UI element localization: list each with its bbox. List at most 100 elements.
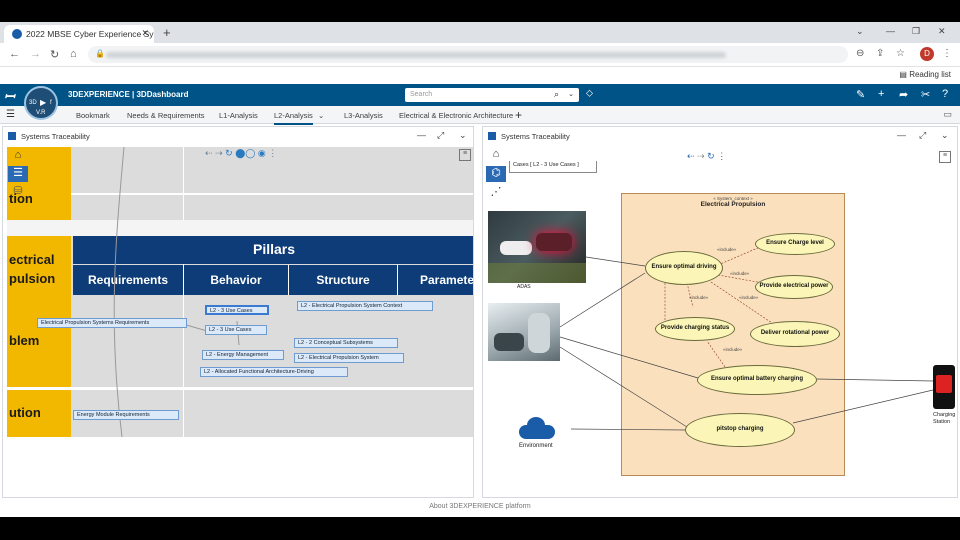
- app-brand: 3DEXPERIENCE | 3DDashboard: [68, 90, 189, 99]
- new-tab-button[interactable]: +: [163, 25, 171, 40]
- browser-menu-icon[interactable]: ⋮: [942, 48, 952, 59]
- expand-panel-icon[interactable]: ⤢: [919, 130, 926, 141]
- lock-icon: 🔒: [95, 49, 105, 58]
- node-l2-use-cases[interactable]: L2 - 3 Use Cases: [205, 325, 267, 335]
- app-header: ꟷ 3D ▶ f V.R 3DEXPERIENCE | 3DDashboard …: [0, 84, 960, 120]
- bookmarks-bar: ▤ Reading list: [0, 67, 960, 84]
- ds-logo-icon: ꟷ: [4, 89, 15, 104]
- list-view-icon[interactable]: ≡: [459, 149, 471, 161]
- home-nav-icon[interactable]: ⌂: [8, 149, 28, 165]
- use-case-canvas[interactable]: ⌂ ⌬ ⋰ Cases [ L2 - 3 Use Cases ] ⇠ ⇢ ↻ ⋮…: [485, 147, 957, 497]
- reading-list-label: Reading list: [909, 70, 951, 79]
- back-icon[interactable]: ←: [9, 48, 20, 60]
- usecase-provide-charging-status[interactable]: Provide charging status: [655, 317, 735, 341]
- tab-l2-analysis[interactable]: L2-Analysis: [274, 111, 313, 125]
- canvas-back-icon[interactable]: ⇠: [205, 148, 213, 158]
- canvas-eye-icon[interactable]: ◉: [258, 148, 266, 158]
- forward-icon[interactable]: →: [30, 48, 41, 60]
- node-l2-electrical-propulsion-system[interactable]: L2 - Electrical Propulsion System: [294, 353, 404, 363]
- right-panel-title-text: Systems Traceability: [501, 132, 570, 141]
- url-text-blurred: [106, 52, 726, 58]
- close-tab-icon[interactable]: ✕: [141, 28, 149, 39]
- dashboard-menu-icon[interactable]: ☰: [6, 109, 15, 120]
- compose-icon[interactable]: ✎: [856, 88, 865, 101]
- help-icon[interactable]: ?: [942, 88, 948, 100]
- canvas-toolbar: ⇠ ⇢ ↻ ⬤◯ ◉ ⋮: [205, 148, 277, 159]
- node-l2-use-cases-selected[interactable]: L2 - 3 Use Cases: [205, 305, 269, 315]
- search-icon[interactable]: ⌕: [554, 89, 559, 100]
- zoom-icon[interactable]: ⊖: [856, 48, 864, 59]
- add-tab-icon[interactable]: +: [515, 108, 522, 122]
- profile-avatar[interactable]: D: [920, 47, 934, 61]
- include-label: «include»: [717, 247, 737, 252]
- expand-panel-icon[interactable]: ⤢: [437, 130, 444, 141]
- star-icon[interactable]: ☆: [896, 48, 905, 59]
- canvas-more-icon[interactable]: ⋮: [268, 148, 277, 158]
- chat-icon[interactable]: ▭: [943, 109, 952, 120]
- usecase-deliver-rotational-power[interactable]: Deliver rotational power: [750, 321, 840, 347]
- usecase-ensure-optimal-driving[interactable]: Ensure optimal driving: [645, 251, 723, 285]
- home-icon[interactable]: ⌂: [70, 48, 77, 60]
- usecase-provide-electrical-power[interactable]: Provide electrical power: [755, 275, 833, 299]
- tab-search-icon[interactable]: ⌄: [856, 26, 864, 37]
- browser-tab[interactable]: 2022 MBSE Cyber Experience Sy ✕: [4, 25, 154, 43]
- close-window-icon[interactable]: ✕: [938, 26, 946, 37]
- tab-l1-analysis[interactable]: L1-Analysis: [219, 111, 258, 120]
- node-energy-module-requirements[interactable]: Energy Module Requirements: [73, 410, 179, 420]
- minimize-icon[interactable]: —: [886, 26, 895, 36]
- platform-footer[interactable]: About 3DEXPERIENCE platform: [0, 499, 960, 517]
- canvas-forward-icon[interactable]: ⇢: [215, 148, 223, 158]
- search-chevron-icon[interactable]: ⌄: [568, 90, 574, 98]
- database-nav-icon[interactable]: ⛁: [8, 184, 28, 200]
- reload-icon[interactable]: ↻: [50, 48, 59, 61]
- address-bar-row: ← → ↻ ⌂ 🔒 ⊖ ⇪ ☆ D ⋮: [0, 43, 960, 67]
- share-icon[interactable]: ⇪: [876, 48, 884, 59]
- compass-f: f: [50, 100, 52, 106]
- tab-l2-chevron-icon[interactable]: ⌄: [318, 111, 324, 120]
- app-icon: [8, 132, 16, 140]
- connector-lines: [113, 147, 240, 437]
- compass-3d: 3D: [29, 100, 37, 106]
- node-l2-conceptual-subsystems[interactable]: L2 - 2 Conceptual Subsystems: [294, 338, 398, 348]
- url-field[interactable]: 🔒: [88, 46, 848, 63]
- usecase-ensure-charge-level[interactable]: Ensure Charge level: [755, 233, 835, 255]
- minimize-panel-icon[interactable]: —: [897, 130, 906, 140]
- search-placeholder: Search: [410, 91, 433, 98]
- canvas-refresh-icon[interactable]: ↻: [225, 148, 233, 158]
- canvas-toggle-icon[interactable]: ⬤◯: [235, 148, 255, 158]
- search-input[interactable]: Search ⌕ ⌄: [405, 88, 579, 102]
- right-traceability-panel: Systems Traceability — ⤢ ⌄ ⌂ ⌬ ⋰ Cases […: [482, 126, 958, 498]
- tab-bookmark[interactable]: Bookmark: [76, 111, 110, 120]
- screen: 2022 MBSE Cyber Experience Sy ✕ + ⌄ — ❐ …: [0, 22, 960, 517]
- maximize-icon[interactable]: ❐: [912, 26, 920, 37]
- panel-menu-icon[interactable]: ⌄: [941, 130, 949, 141]
- traceability-canvas[interactable]: tion ectrical pulsion blem ution Pillars…: [7, 147, 473, 437]
- tab-ee-architecture[interactable]: Electrical & Electronic Architecture: [399, 111, 513, 120]
- compass-icon[interactable]: 3D ▶ f V.R: [24, 86, 58, 120]
- share-header-icon[interactable]: ➦: [899, 88, 908, 101]
- minimize-panel-icon[interactable]: —: [417, 130, 426, 140]
- node-electrical-propulsion-requirements[interactable]: Electrical Propulsion Systems Requiremen…: [37, 318, 187, 328]
- node-l2-allocated-functional-architecture[interactable]: L2 - Allocated Functional Architecture-D…: [200, 367, 348, 377]
- node-l2-eps-context[interactable]: L2 - Electrical Propulsion System Contex…: [297, 301, 433, 311]
- compass-play-icon: ▶: [40, 98, 47, 107]
- usecase-ensure-optimal-battery-charging[interactable]: Ensure optimal battery charging: [697, 365, 817, 395]
- tab-l3-analysis[interactable]: L3-Analysis: [344, 111, 383, 120]
- node-l2-energy-management[interactable]: L2 - Energy Management: [202, 350, 284, 360]
- include-label: «include»: [739, 295, 759, 300]
- tag-icon[interactable]: ⬦: [586, 88, 593, 99]
- left-traceability-panel: Systems Traceability — ⤢ ⌄ tion ectrical…: [2, 126, 474, 498]
- usecase-pitstop-charging[interactable]: pitstop charging: [685, 413, 795, 447]
- list-nav-icon[interactable]: ☰: [8, 166, 28, 182]
- reading-list-button[interactable]: ▤ Reading list: [899, 70, 951, 79]
- include-label: «include»: [689, 295, 709, 300]
- tab-needs-requirements[interactable]: Needs & Requirements: [127, 111, 205, 120]
- left-panel-title-text: Systems Traceability: [21, 132, 90, 141]
- right-panel-title: Systems Traceability — ⤢ ⌄: [483, 127, 957, 145]
- tools-icon[interactable]: ✂: [921, 88, 930, 101]
- app-icon: [488, 132, 496, 140]
- dashboard-tabs: ☰ Bookmark Needs & Requirements L1-Analy…: [0, 106, 960, 125]
- panel-menu-icon[interactable]: ⌄: [459, 130, 467, 141]
- browser-tab-strip: 2022 MBSE Cyber Experience Sy ✕ + ⌄ — ❐ …: [0, 22, 960, 43]
- add-icon[interactable]: +: [878, 88, 884, 100]
